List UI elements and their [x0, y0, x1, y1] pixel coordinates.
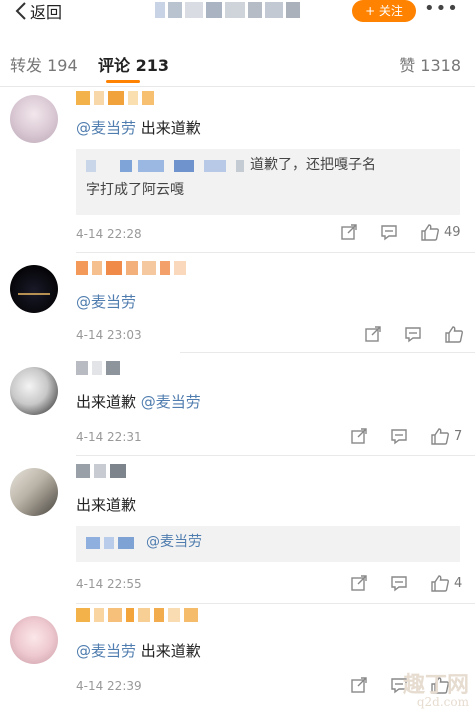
- blurred-quote-author: [86, 536, 134, 549]
- share-icon[interactable]: [350, 574, 368, 592]
- tab-repost[interactable]: 转发 194: [10, 52, 78, 76]
- reply-icon[interactable]: [390, 427, 408, 445]
- quote-text-2: 字打成了阿云嘎: [86, 182, 184, 198]
- like-icon[interactable]: [430, 427, 450, 445]
- reply-icon[interactable]: [380, 223, 398, 241]
- share-icon[interactable]: [340, 223, 358, 241]
- blurred-username[interactable]: [76, 91, 158, 107]
- blurred-username[interactable]: [76, 261, 190, 277]
- timestamp: 4-14 22:28: [76, 227, 142, 241]
- watermark: 趣丁网 q2d.com: [403, 674, 469, 709]
- comment-text: 出来道歉 @麦当劳: [76, 393, 201, 411]
- timestamp: 4-14 22:31: [76, 430, 142, 444]
- blurred-username[interactable]: [76, 464, 130, 480]
- tab-like[interactable]: 赞 1318: [399, 52, 461, 76]
- like-count: 49: [444, 224, 461, 240]
- share-icon[interactable]: [364, 325, 382, 343]
- avatar[interactable]: [10, 265, 58, 313]
- like-icon[interactable]: [444, 325, 464, 343]
- back-label: 返回: [30, 3, 63, 22]
- comment-item: @麦当劳 4-14 23:03: [0, 253, 475, 353]
- comment-item: @麦当劳 出来道歉 道歉了，还把嘎子名 字打成了阿云嘎 4-14 22:28 4…: [0, 87, 475, 253]
- share-icon[interactable]: [350, 676, 368, 694]
- top-bar: 返回 + 关注 •••: [0, 0, 475, 36]
- back-button[interactable]: 返回: [14, 0, 62, 22]
- avatar[interactable]: [10, 95, 58, 143]
- avatar[interactable]: [10, 616, 58, 664]
- mention-link[interactable]: @麦当劳: [76, 642, 136, 660]
- blurred-title: [155, 2, 315, 18]
- tab-bar: 转发 194 评论 213 赞 1318: [0, 36, 475, 87]
- chevron-left-icon: [15, 2, 26, 20]
- more-icon[interactable]: •••: [424, 0, 459, 18]
- follow-button[interactable]: + 关注: [352, 0, 416, 22]
- like-count: 4: [454, 575, 463, 591]
- comment-actions: 7: [350, 427, 462, 445]
- share-icon[interactable]: [350, 427, 368, 445]
- mention-link[interactable]: @麦当劳: [146, 530, 202, 555]
- like-count: 7: [454, 428, 463, 444]
- mention-link[interactable]: @麦当劳: [141, 393, 201, 411]
- blurred-username[interactable]: [76, 361, 124, 377]
- comment-text: @麦当劳 出来道歉: [76, 642, 201, 660]
- comment-actions: [364, 325, 468, 343]
- tab-comment[interactable]: 评论 213: [98, 52, 169, 76]
- mention-link[interactable]: @麦当劳: [76, 119, 136, 137]
- blurred-username[interactable]: [76, 608, 202, 624]
- watermark-text: 趣丁网: [402, 672, 469, 698]
- reply-icon[interactable]: [404, 325, 422, 343]
- avatar[interactable]: [10, 468, 58, 516]
- comment-text: @麦当劳 出来道歉: [76, 119, 201, 137]
- timestamp: 4-14 22:39: [76, 679, 142, 693]
- quoted-reply[interactable]: 道歉了，还把嘎子名 字打成了阿云嘎: [76, 149, 460, 215]
- comment-actions: 49: [340, 223, 461, 241]
- timestamp: 4-14 22:55: [76, 577, 142, 591]
- avatar[interactable]: [10, 367, 58, 415]
- comment-item: 出来道歉 @麦当劳 4-14 22:31 7: [0, 353, 475, 456]
- blurred-quote-author: [86, 159, 244, 172]
- comment-actions: 4: [350, 574, 462, 592]
- like-icon[interactable]: [430, 574, 450, 592]
- mention-link[interactable]: @麦当劳: [76, 293, 136, 311]
- comment-text: @麦当劳: [76, 291, 136, 312]
- comment-item: 出来道歉 @麦当劳 4-14 22:55 4: [0, 456, 475, 604]
- comment-text: 出来道歉: [76, 496, 137, 514]
- timestamp: 4-14 23:03: [76, 328, 142, 342]
- active-tab-indicator: [106, 80, 140, 83]
- reply-icon[interactable]: [390, 574, 408, 592]
- quoted-reply[interactable]: @麦当劳: [76, 526, 460, 562]
- quote-text: 道歉了，还把嘎子名: [250, 157, 376, 173]
- like-icon[interactable]: [420, 223, 440, 241]
